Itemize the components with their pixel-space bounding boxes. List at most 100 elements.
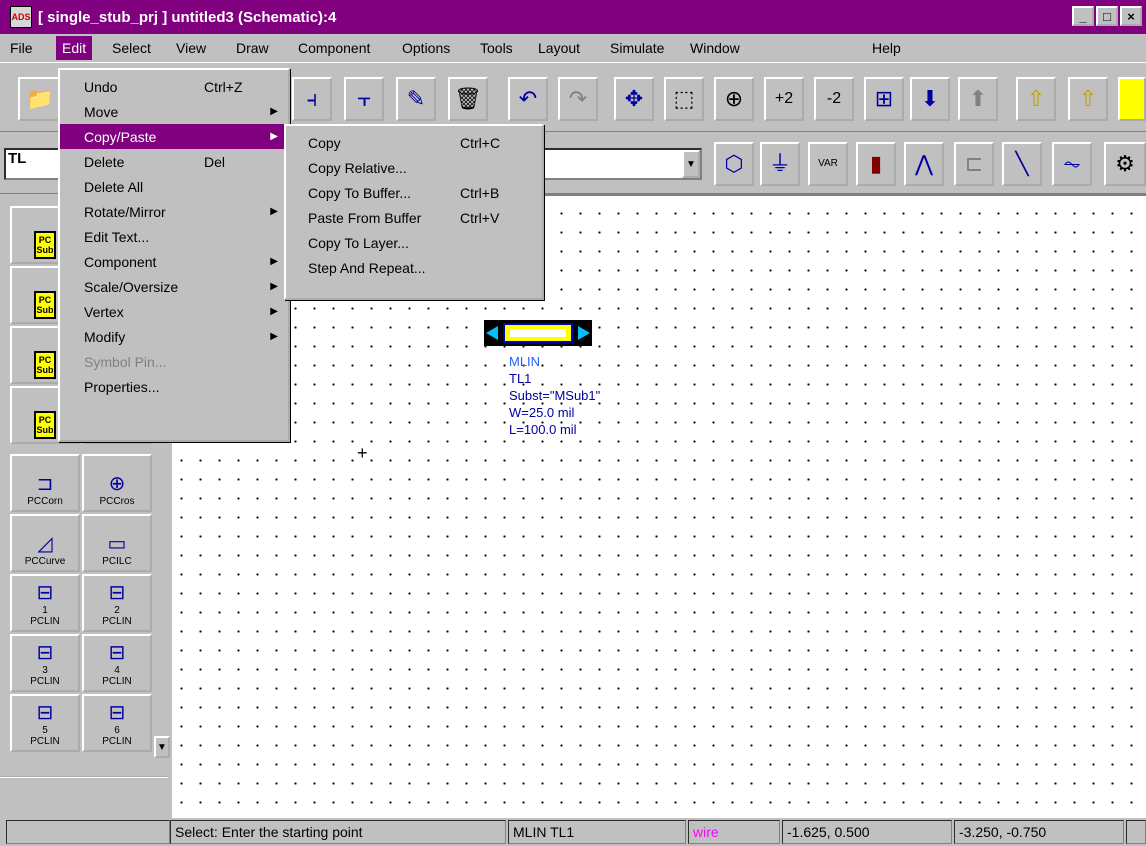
var-icon[interactable]: VAR: [808, 142, 848, 186]
palette-label: PCLIN: [102, 676, 132, 687]
pop-icon[interactable]: ⬆: [958, 77, 998, 121]
menu-item-copy-relative[interactable]: Copy Relative...: [286, 155, 542, 180]
palette-item-pclin-2[interactable]: ⊟ 2 PCLIN: [82, 574, 152, 632]
menu-item-copy-to-layer[interactable]: Copy To Layer...: [286, 230, 542, 255]
palette-item-pclin-6[interactable]: ⊟ 6 PCLIN: [82, 694, 152, 752]
palette-combo-value: TL: [8, 150, 27, 167]
menu-options[interactable]: Options: [396, 36, 456, 60]
menu-item-label: Paste From Buffer: [308, 209, 422, 226]
menu-item-edit-text[interactable]: Edit Text...: [60, 224, 288, 249]
palette-scroll-down-icon[interactable]: ▼: [154, 736, 170, 758]
palette-item-pclin-1[interactable]: ⊟ 1 PCLIN: [10, 574, 80, 632]
close-button[interactable]: ×: [1120, 6, 1142, 26]
menu-window[interactable]: Window: [684, 36, 746, 60]
ground-icon[interactable]: ⏚: [760, 142, 800, 186]
status-coord-2: -3.250, -0.750: [954, 820, 1124, 844]
menu-item-copy-to-buffer[interactable]: Copy To Buffer... Ctrl+B: [286, 180, 542, 205]
app-icon: ADS: [10, 6, 32, 28]
menu-item-step-and-repeat[interactable]: Step And Repeat...: [286, 255, 542, 280]
palette-num: 1: [42, 605, 48, 616]
menu-item-label: Vertex: [84, 303, 124, 320]
menu-select[interactable]: Select: [106, 36, 157, 60]
status-bar: Select: Enter the starting point MLIN TL…: [0, 818, 1146, 846]
redo-icon[interactable]: ↷: [558, 77, 598, 121]
palette-label: PCCurve: [24, 556, 66, 567]
palette-item-pccurve[interactable]: ◿ PCCurve: [10, 514, 80, 572]
menu-item-vertex[interactable]: Vertex ▶: [60, 299, 288, 324]
palette-label: PCILC: [102, 556, 132, 567]
title-bar: ADS [ single_stub_prj ] untitled3 (Schem…: [0, 0, 1146, 34]
toolbar-overflow-icon[interactable]: [1118, 77, 1146, 121]
menu-item-copy[interactable]: Copy Ctrl+C: [286, 130, 542, 155]
fit-icon[interactable]: ⊞: [864, 77, 904, 121]
palette-item-pclin-5[interactable]: ⊟ 5 PCLIN: [10, 694, 80, 752]
menu-item-delete-all[interactable]: Delete All: [60, 174, 288, 199]
sparam-icon[interactable]: ⋀: [904, 142, 944, 186]
palette-item-pccorn[interactable]: ⊐ PCCorn: [10, 454, 80, 512]
menu-item-scale-oversize[interactable]: Scale/Oversize ▶: [60, 274, 288, 299]
palette-item-pccros[interactable]: ⊕ PCCros: [82, 454, 152, 512]
zoom-in-icon[interactable]: +2: [764, 77, 804, 121]
menu-item-delete[interactable]: Delete Del: [60, 149, 288, 174]
insert-pin-icon[interactable]: ⫟: [344, 77, 384, 121]
menu-item-modify[interactable]: Modify ▶: [60, 324, 288, 349]
menu-help[interactable]: Help: [866, 36, 907, 60]
undo-icon[interactable]: ↶: [508, 77, 548, 121]
palette-label: PCLIN: [30, 616, 60, 627]
menu-item-label: Delete All: [84, 178, 144, 195]
maximize-button[interactable]: □: [1096, 6, 1118, 26]
palette-label: PCLIN: [102, 616, 132, 627]
ilc-icon: ▭: [107, 533, 127, 555]
menu-item-symbol-pin: Symbol Pin...: [60, 349, 288, 374]
arrow-up-outline-icon[interactable]: ⇧: [1068, 77, 1108, 121]
menu-item-label: Properties...: [84, 378, 160, 395]
data-icon[interactable]: ▮: [856, 142, 896, 186]
menu-item-label: Rotate/Mirror: [84, 203, 166, 220]
menu-item-properties[interactable]: Properties...: [60, 374, 288, 399]
copy-paste-submenu: Copy Ctrl+C Copy Relative... Copy To Buff…: [284, 124, 544, 300]
menu-item-component[interactable]: Component ▶: [60, 249, 288, 274]
palette-item-pcilc[interactable]: ▭ PCILC: [82, 514, 152, 572]
menu-item-move[interactable]: Move ▶: [60, 99, 288, 124]
gear-icon[interactable]: ⚙: [1104, 142, 1146, 186]
push-icon[interactable]: ⬇: [910, 77, 950, 121]
resistor-icon[interactable]: ⏦: [1052, 142, 1092, 186]
menu-item-undo[interactable]: Undo Ctrl+Z: [60, 74, 288, 99]
menu-item-label: Copy To Buffer...: [308, 184, 411, 201]
menu-view[interactable]: View: [170, 36, 212, 60]
move-icon[interactable]: ✥: [614, 77, 654, 121]
zoom-icon[interactable]: ⊕: [714, 77, 754, 121]
arrow-up-icon[interactable]: ⇧: [1016, 77, 1056, 121]
chevron-down-icon[interactable]: ▼: [682, 150, 700, 178]
resize-grip-icon[interactable]: [1126, 820, 1146, 844]
zoom-out-icon[interactable]: -2: [814, 77, 854, 121]
line-icon: ⊟: [36, 702, 54, 724]
minimize-button[interactable]: _: [1072, 6, 1094, 26]
menu-component[interactable]: Component: [292, 36, 376, 60]
menu-layout[interactable]: Layout: [532, 36, 586, 60]
mlin-symbol-icon: [484, 320, 592, 346]
zoom-area-icon[interactable]: ⬚: [664, 77, 704, 121]
menu-edit[interactable]: Edit: [56, 36, 93, 60]
edit-icon[interactable]: ✎: [396, 77, 436, 121]
menu-item-paste-from-buffer[interactable]: Paste From Buffer Ctrl+V: [286, 205, 542, 230]
menu-item-rotate-mirror[interactable]: Rotate/Mirror ▶: [60, 199, 288, 224]
mlin-component[interactable]: [484, 318, 592, 348]
port-icon[interactable]: ⬡: [714, 142, 754, 186]
menu-file[interactable]: File: [4, 36, 39, 60]
palette-combo[interactable]: TL: [4, 148, 60, 180]
menu-tools[interactable]: Tools: [474, 36, 519, 60]
rlc-icon[interactable]: ⊏: [954, 142, 994, 186]
palette-item-pclin-3[interactable]: ⊟ 3 PCLIN: [10, 634, 80, 692]
palette-item-pclin-4[interactable]: ⊟ 4 PCLIN: [82, 634, 152, 692]
open-icon[interactable]: 📁: [18, 77, 62, 121]
line-icon[interactable]: ╲: [1002, 142, 1042, 186]
delete-icon[interactable]: 🗑: [448, 77, 488, 121]
menu-draw[interactable]: Draw: [230, 36, 275, 60]
menu-simulate[interactable]: Simulate: [604, 36, 670, 60]
component-combo[interactable]: ▼: [542, 148, 702, 180]
menu-item-copy-paste[interactable]: Copy/Paste ▶: [60, 124, 288, 149]
line-icon: ⊟: [36, 582, 54, 604]
insert-component-icon[interactable]: ⫞: [292, 77, 332, 121]
palette-label: PCLIN: [30, 736, 60, 747]
